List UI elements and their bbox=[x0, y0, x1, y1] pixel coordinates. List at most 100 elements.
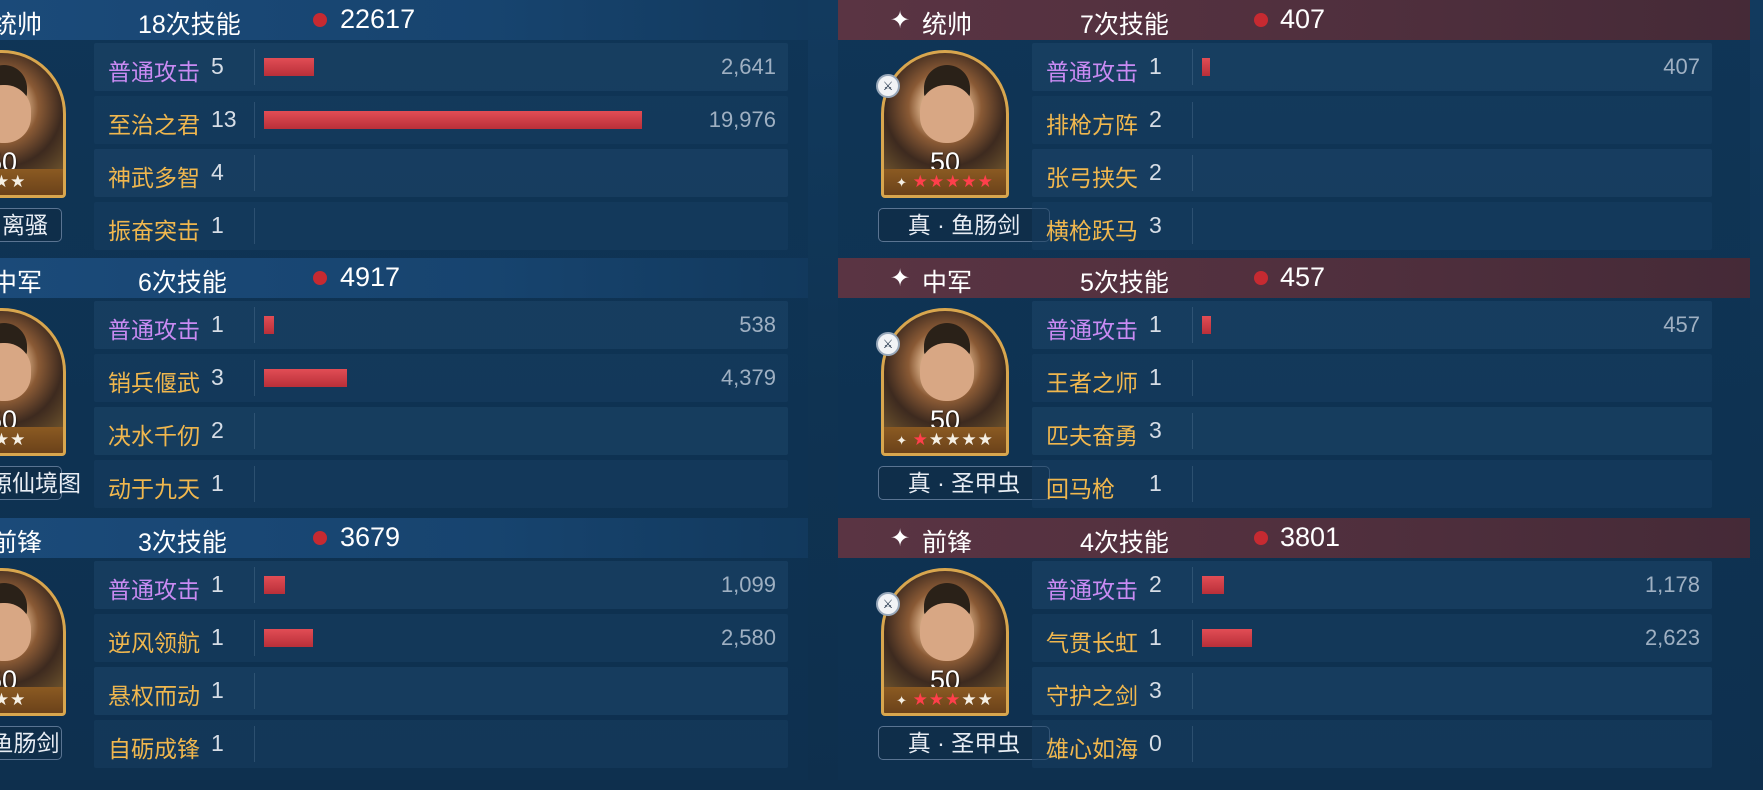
role-label: 中军 bbox=[922, 269, 973, 297]
skill-row[interactable]: 雄心如海 0 bbox=[1032, 720, 1712, 768]
skill-times: 2 bbox=[1149, 571, 1162, 597]
general-header: 统帅 18次技能 22617 bbox=[0, 0, 808, 40]
skill-name: 自砺成锋 bbox=[108, 736, 200, 762]
star-rating: ✦ ★★★★★ bbox=[884, 687, 1006, 713]
skill-row[interactable]: 匹夫奋勇 3 bbox=[1032, 407, 1712, 455]
skill-row[interactable]: 回马枪 1 bbox=[1032, 460, 1712, 508]
role-label: 前锋 bbox=[922, 529, 973, 557]
general-header: ✦ 前锋 4次技能 3801 bbox=[838, 518, 1750, 558]
damage-value: 19,976 bbox=[708, 107, 776, 132]
star-burst-icon: ✦ bbox=[890, 525, 911, 552]
skill-row[interactable]: 张弓挟矢 2 bbox=[1032, 149, 1712, 197]
star-white-icon: ★ bbox=[961, 430, 978, 449]
skill-row[interactable]: 普通攻击 2 1,178 bbox=[1032, 561, 1712, 609]
star-red-icon: ★ bbox=[945, 172, 962, 191]
chariot-emblem-icon: ⚔ bbox=[876, 332, 900, 356]
column-divider bbox=[254, 466, 255, 502]
damage-bar bbox=[264, 576, 285, 594]
skill-row[interactable]: 逆风领航 1 2,580 bbox=[94, 614, 788, 662]
skill-row[interactable]: 守护之剑 3 bbox=[1032, 667, 1712, 715]
column-divider bbox=[254, 307, 255, 343]
damage-bar bbox=[1202, 58, 1210, 76]
column-divider bbox=[254, 155, 255, 191]
skill-row[interactable]: 普通攻击 1 457 bbox=[1032, 301, 1712, 349]
column-divider bbox=[1192, 307, 1193, 343]
awaken-icon: ✦ bbox=[896, 175, 913, 190]
column-divider bbox=[254, 102, 255, 138]
red-dot-icon bbox=[313, 531, 327, 545]
skill-times: 1 bbox=[211, 311, 224, 337]
skill-name: 动于九天 bbox=[108, 476, 200, 502]
skill-row[interactable]: 悬权而动 1 bbox=[94, 667, 788, 715]
skill-name: 张弓挟矢 bbox=[1046, 165, 1138, 191]
general-header: ✦ 中军 5次技能 457 bbox=[838, 258, 1750, 298]
skill-row[interactable]: 横枪跃马 3 bbox=[1032, 202, 1712, 250]
column-divider bbox=[1192, 466, 1193, 502]
star-rating: ★★★ bbox=[0, 687, 63, 713]
equipment-tag[interactable]: 离骚 bbox=[0, 208, 62, 242]
skill-list: 普通攻击 1 538 销兵偃武 3 4,379 决水千仞 2 动于九天 1 bbox=[94, 301, 788, 513]
equipment-tag[interactable]: 真 · 圣甲虫 bbox=[878, 466, 1050, 500]
skill-row[interactable]: 动于九天 1 bbox=[94, 460, 788, 508]
skill-row[interactable]: 至治之君 13 19,976 bbox=[94, 96, 788, 144]
general-block: ✦ 中军 5次技能 457 50 ✦ ★★★★★ ⚔ 真 · 圣甲虫 普通攻击 1 457 王者之师 1… bbox=[838, 258, 1750, 518]
general-block: 中军 6次技能 4917 50★★★ 源仙境图 普通攻击 1 538 销兵偃武 3 4,379 决水千… bbox=[0, 258, 808, 518]
equipment-tag[interactable]: 真 · 鱼肠剑 bbox=[878, 208, 1050, 242]
star-red-icon: ★ bbox=[945, 690, 962, 709]
equipment-tag[interactable]: 真 · 圣甲虫 bbox=[878, 726, 1050, 760]
red-dot-icon bbox=[1254, 271, 1268, 285]
skill-row[interactable]: 普通攻击 1 1,099 bbox=[94, 561, 788, 609]
damage-bar bbox=[264, 316, 274, 334]
damage-value: 2,641 bbox=[720, 54, 776, 79]
general-portrait[interactable]: 50 ✦ ★★★★★ bbox=[881, 568, 1009, 716]
column-divider bbox=[1192, 726, 1193, 762]
total-damage: 3679 bbox=[340, 522, 401, 552]
skill-times: 1 bbox=[211, 571, 224, 597]
skill-row[interactable]: 气贯长虹 1 2,623 bbox=[1032, 614, 1712, 662]
damage-value: 1,099 bbox=[720, 572, 776, 597]
column-divider bbox=[1192, 567, 1193, 603]
damage-bar bbox=[264, 58, 314, 76]
skill-row[interactable]: 普通攻击 5 2,641 bbox=[94, 43, 788, 91]
column-divider bbox=[1192, 49, 1193, 85]
skill-times: 4 bbox=[211, 159, 224, 185]
damage-value: 1,178 bbox=[1644, 572, 1700, 597]
general-portrait[interactable]: 50★★★ bbox=[0, 50, 66, 198]
role-label: 前锋 bbox=[0, 529, 43, 557]
skill-name: 气贯长虹 bbox=[1046, 630, 1138, 656]
general-portrait[interactable]: 50 ✦ ★★★★★ bbox=[881, 50, 1009, 198]
skill-row[interactable]: 排枪方阵 2 bbox=[1032, 96, 1712, 144]
equipment-tag[interactable]: 鱼肠剑 bbox=[0, 726, 62, 760]
column-divider bbox=[1192, 413, 1193, 449]
skill-row[interactable]: 决水千仞 2 bbox=[94, 407, 788, 455]
general-block: 前锋 3次技能 3679 50★★★ 鱼肠剑 普通攻击 1 1,099 逆风领航 1 2,580 悬权… bbox=[0, 518, 808, 778]
column-divider bbox=[1192, 155, 1193, 191]
total-damage: 457 bbox=[1280, 262, 1326, 292]
skill-row[interactable]: 振奋突击 1 bbox=[94, 202, 788, 250]
equipment-tag[interactable]: 源仙境图 bbox=[0, 466, 81, 500]
column-divider bbox=[254, 620, 255, 656]
column-divider bbox=[1192, 673, 1193, 709]
skill-row[interactable]: 王者之师 1 bbox=[1032, 354, 1712, 402]
general-portrait[interactable]: 50★★★ bbox=[0, 308, 66, 456]
skill-row[interactable]: 普通攻击 1 407 bbox=[1032, 43, 1712, 91]
chariot-emblem-icon: ⚔ bbox=[876, 592, 900, 616]
skill-row[interactable]: 自砺成锋 1 bbox=[94, 720, 788, 768]
skill-row[interactable]: 普通攻击 1 538 bbox=[94, 301, 788, 349]
skill-cast-count: 3次技能 bbox=[138, 529, 227, 557]
damage-value: 457 bbox=[1663, 312, 1700, 337]
skill-row[interactable]: 销兵偃武 3 4,379 bbox=[94, 354, 788, 402]
skill-row[interactable]: 神武多智 4 bbox=[94, 149, 788, 197]
general-block: 统帅 18次技能 22617 50★★★ 离骚 普通攻击 5 2,641 至治之君 13 19,97… bbox=[0, 0, 808, 260]
general-portrait[interactable]: 50★★★ bbox=[0, 568, 66, 716]
column-divider bbox=[1192, 208, 1193, 244]
star-red-icon: ★ bbox=[928, 690, 946, 709]
star-rating: ★★★ bbox=[0, 169, 63, 195]
general-header: 前锋 3次技能 3679 bbox=[0, 518, 808, 558]
skill-list: 普通攻击 1 407 排枪方阵 2 张弓挟矢 2 横枪跃马 3 bbox=[1032, 43, 1712, 255]
star-white-icon: ★ bbox=[961, 690, 978, 709]
general-portrait[interactable]: 50 ✦ ★★★★★ bbox=[881, 308, 1009, 456]
awaken-icon: ✦ bbox=[896, 693, 913, 708]
skill-cast-count: 5次技能 bbox=[1080, 269, 1169, 297]
total-damage: 3801 bbox=[1280, 522, 1341, 552]
